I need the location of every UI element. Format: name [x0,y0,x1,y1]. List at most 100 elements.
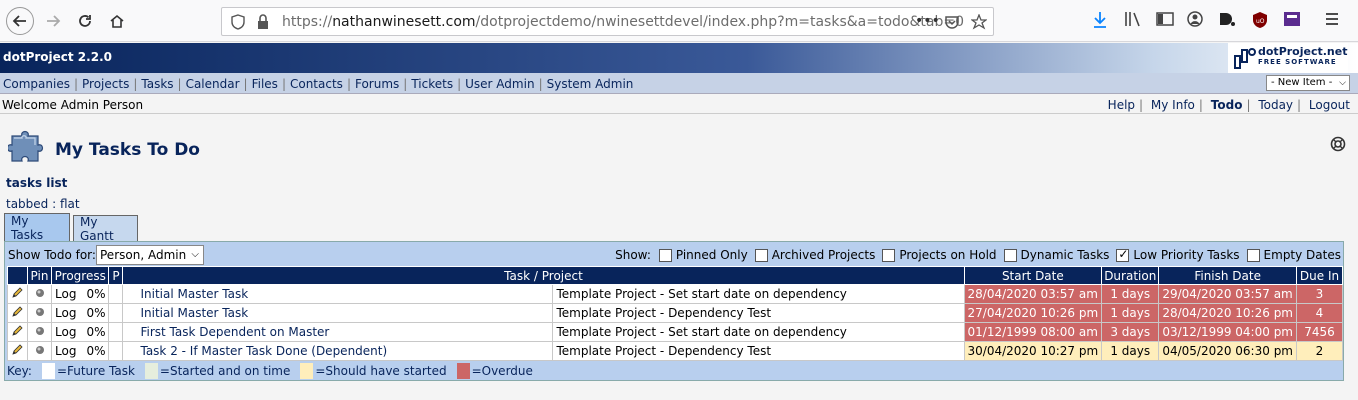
pencil-icon[interactable] [11,343,24,356]
forward-button[interactable] [40,8,66,34]
menu-item-contacts[interactable]: Contacts [290,77,343,91]
project-link[interactable]: Template Project - Set start date on dep… [556,287,846,301]
task-link[interactable]: First Task Dependent on Master [140,325,329,339]
archived-projects-option[interactable]: Archived Projects [754,248,876,262]
menu-item-system-admin[interactable]: System Admin [547,77,634,91]
task-link[interactable]: Initial Master Task [140,306,248,320]
person-select[interactable]: Person, Admin ⌵ [96,245,204,265]
back-button[interactable] [6,7,34,35]
column-header-task-project[interactable]: Task / Project [122,266,965,285]
hamburger-menu-icon[interactable] [1324,11,1340,27]
pin-icon[interactable] [35,326,45,336]
pinned-only-option[interactable]: Pinned Only [658,248,748,262]
pinned-only-checkbox[interactable] [658,248,672,262]
column-header-progress[interactable]: Progress [50,266,110,285]
tab-my-tasks[interactable]: My Tasks [4,213,70,242]
main-menu: Companies | Projects | Tasks | Calendar | Fi… [3,77,633,91]
option-label: Archived Projects [771,248,876,262]
svg-text:uO: uO [1256,18,1265,25]
menu-separator: | [403,77,408,91]
extension-purple-icon[interactable] [1283,11,1301,27]
empty-dates-option[interactable]: Empty Dates [1246,248,1341,262]
projects-on-hold-checkbox[interactable] [882,248,896,262]
dynamic-tasks-option[interactable]: Dynamic Tasks [1003,248,1109,262]
todo-link[interactable]: Todo [1211,98,1243,112]
download-icon[interactable] [1092,11,1108,29]
low-priority-tasks-option[interactable]: Low Priority Tasks [1116,247,1240,262]
menu-item-files[interactable]: Files [252,77,278,91]
project-link[interactable]: Template Project - Dependency Test [556,344,771,358]
column-header-due-in[interactable]: Due In [1296,266,1343,285]
tabbed-view-link[interactable]: tabbed [6,197,48,211]
today-link[interactable]: Today [1258,98,1293,112]
logout-link[interactable]: Logout [1309,98,1350,112]
my-info-link[interactable]: My Info [1151,98,1195,112]
column-header-pin[interactable]: Pin [27,266,52,285]
task-link[interactable]: Task 2 - If Master Task Done (Dependent) [140,344,387,358]
task-link[interactable]: Initial Master Task [140,287,248,301]
home-button[interactable] [104,8,130,34]
edit-task-cell[interactable] [7,284,28,304]
lock-icon[interactable] [256,14,270,30]
pin-cell[interactable] [27,322,52,342]
account-icon[interactable] [1187,11,1203,27]
pin-cell[interactable] [27,303,52,323]
help-link[interactable]: Help [1108,98,1135,112]
empty-dates-checkbox[interactable] [1246,248,1260,262]
help-lifebuoy-icon[interactable] [1330,136,1346,152]
user-link-separator: | [1297,98,1302,112]
view-mode-separator: : [48,197,60,211]
low-priority-tasks-checkbox[interactable] [1116,247,1130,262]
column-header-duration[interactable]: Duration [1101,266,1160,285]
log-link[interactable]: Log [55,287,76,301]
edit-task-cell[interactable] [7,303,28,323]
tab-my-gantt[interactable]: My Gantt [73,215,138,243]
archived-projects-checkbox[interactable] [754,248,768,262]
reload-button[interactable] [72,8,98,34]
project-link[interactable]: Template Project - Set start date on dep… [556,325,846,339]
column-header-priority[interactable]: P [108,266,124,285]
shield-icon[interactable] [230,14,246,30]
pin-cell[interactable] [27,284,52,304]
menu-separator: | [457,77,462,91]
new-item-select[interactable]: - New Item - ⌵ [1266,75,1350,91]
url-text[interactable]: https://nathanwinesett.com/dotprojectdem… [282,14,964,30]
more-actions-button[interactable]: ••• [915,13,940,29]
star-icon[interactable] [971,14,987,30]
pin-icon[interactable] [35,307,45,317]
pin-cell[interactable] [27,341,52,361]
pin-icon[interactable] [35,288,45,298]
projects-on-hold-option[interactable]: Projects on Hold [882,248,997,262]
pencil-icon[interactable] [11,324,24,337]
menu-item-projects[interactable]: Projects [82,77,129,91]
menu-item-tickets[interactable]: Tickets [411,77,453,91]
menu-item-calendar[interactable]: Calendar [186,77,240,91]
extension-d-icon[interactable] [1218,11,1236,27]
pocket-icon[interactable] [944,14,960,30]
show-todo-label: Show Todo for: [8,248,96,262]
menu-item-user-admin[interactable]: User Admin [465,77,534,91]
flat-view-link[interactable]: flat [60,197,80,211]
menu-item-companies[interactable]: Companies [3,77,70,91]
column-header-finish-date[interactable]: Finish Date [1158,266,1297,285]
pencil-icon[interactable] [11,305,24,318]
edit-task-cell[interactable] [7,322,28,342]
tasks-panel: Show Todo for: Person, Admin ⌵ Show: Pin… [4,241,1344,381]
library-icon[interactable] [1124,11,1142,27]
menu-item-tasks[interactable]: Tasks [141,77,173,91]
project-link[interactable]: Template Project - Dependency Test [556,306,771,320]
log-link[interactable]: Log [55,344,76,358]
log-link[interactable]: Log [55,306,76,320]
dotproject-logo[interactable]: dotProject.net FREE SOFTWARE [1228,43,1348,73]
sidebar-icon[interactable] [1156,11,1174,27]
edit-task-cell[interactable] [7,341,28,361]
duration-cell: 1 days [1101,341,1160,361]
ublock-icon[interactable]: uO [1252,11,1268,29]
log-link[interactable]: Log [55,325,76,339]
url-bar[interactable]: https://nathanwinesett.com/dotprojectdem… [221,7,994,36]
dynamic-tasks-checkbox[interactable] [1003,248,1017,262]
pencil-icon[interactable] [11,286,24,299]
menu-item-forums[interactable]: Forums [355,77,399,91]
pin-icon[interactable] [35,345,45,355]
column-header-start-date[interactable]: Start Date [963,266,1103,285]
